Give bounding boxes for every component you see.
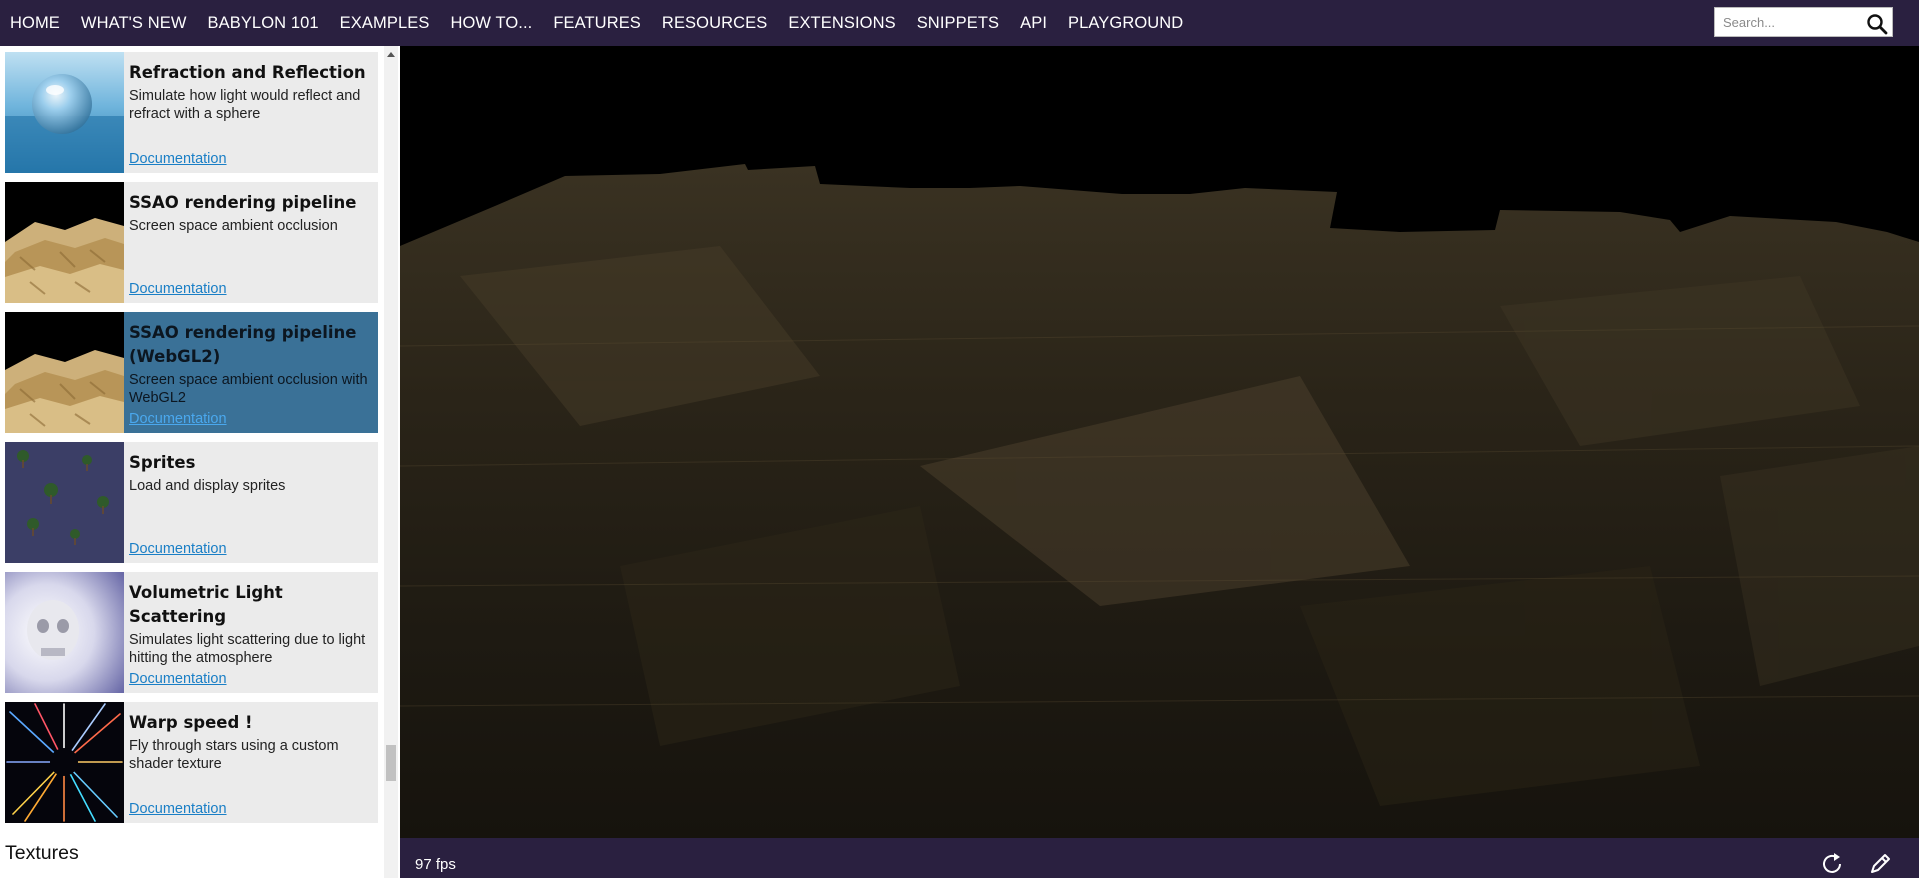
card-thumbnail-star-warp bbox=[5, 702, 124, 823]
sidebar-scrollbar[interactable] bbox=[384, 46, 398, 878]
nav-item-home[interactable]: HOME bbox=[10, 14, 60, 33]
search-icon[interactable] bbox=[1866, 13, 1888, 35]
nav-item-snippets[interactable]: SNIPPETS bbox=[917, 14, 999, 33]
example-card-ssao[interactable]: SSAO rendering pipeline Screen space amb… bbox=[5, 182, 378, 303]
search-box bbox=[1714, 7, 1893, 37]
nav-item-features[interactable]: FEATURES bbox=[553, 14, 641, 33]
example-card-list: Refraction and Reflection Simulate how l… bbox=[5, 52, 378, 832]
card-title: SSAO rendering pipeline bbox=[129, 193, 357, 212]
nav-item-resources[interactable]: RESOURCES bbox=[662, 14, 767, 33]
card-body: Refraction and Reflection Simulate how l… bbox=[124, 52, 378, 173]
example-card-sprites[interactable]: Sprites Load and display sprites Documen… bbox=[5, 442, 378, 563]
card-title: SSAO rendering pipeline (WebGL2) bbox=[129, 323, 357, 366]
card-title: Volumetric Light Scattering bbox=[129, 583, 283, 626]
example-card-warp-speed[interactable]: Warp speed ! Fly through stars using a c… bbox=[5, 702, 378, 823]
card-description: Simulate how light would reflect and ref… bbox=[129, 88, 361, 122]
fps-counter: 97 fps bbox=[415, 856, 456, 873]
nav-item-whats-new[interactable]: WHAT'S NEW bbox=[81, 14, 187, 33]
card-thumbnail-sand-blocks bbox=[5, 182, 124, 303]
card-title: Warp speed ! bbox=[129, 713, 253, 732]
card-body: Sprites Load and display sprites Documen… bbox=[124, 442, 378, 563]
top-navigation-bar: HOME WHAT'S NEW BABYLON 101 EXAMPLES HOW… bbox=[0, 0, 1919, 46]
card-thumbnail-glass-sphere bbox=[5, 52, 124, 173]
card-description: Fly through stars using a custom shader … bbox=[129, 738, 339, 772]
nav-item-api[interactable]: API bbox=[1020, 14, 1047, 33]
refresh-icon[interactable] bbox=[1818, 850, 1846, 878]
ssao-scene-render bbox=[400, 46, 1919, 838]
documentation-link[interactable]: Documentation bbox=[129, 541, 227, 557]
card-description: Load and display sprites bbox=[129, 478, 286, 494]
card-body: SSAO rendering pipeline Screen space amb… bbox=[124, 182, 378, 303]
card-title: Sprites bbox=[129, 453, 196, 472]
nav-item-examples[interactable]: EXAMPLES bbox=[340, 14, 430, 33]
card-description: Screen space ambient occlusion with WebG… bbox=[129, 372, 368, 406]
card-description: Simulates light scattering due to light … bbox=[129, 632, 366, 666]
scroll-up-arrow-icon[interactable] bbox=[387, 52, 395, 57]
examples-sidebar: Refraction and Reflection Simulate how l… bbox=[0, 46, 400, 878]
card-title: Refraction and Reflection bbox=[129, 63, 366, 82]
example-card-refraction[interactable]: Refraction and Reflection Simulate how l… bbox=[5, 52, 378, 173]
example-card-volumetric-light[interactable]: Volumetric Light Scattering Simulates li… bbox=[5, 572, 378, 693]
scrollbar-thumb[interactable] bbox=[386, 745, 396, 781]
nav-item-extensions[interactable]: EXTENSIONS bbox=[788, 14, 895, 33]
documentation-link[interactable]: Documentation bbox=[129, 281, 227, 297]
example-card-ssao-webgl2[interactable]: SSAO rendering pipeline (WebGL2) Screen … bbox=[5, 312, 378, 433]
nav-item-playground[interactable]: PLAYGROUND bbox=[1068, 14, 1183, 33]
card-description: Screen space ambient occlusion bbox=[129, 218, 338, 234]
card-body: SSAO rendering pipeline (WebGL2) Screen … bbox=[124, 312, 378, 433]
card-body: Volumetric Light Scattering Simulates li… bbox=[124, 572, 378, 693]
documentation-link[interactable]: Documentation bbox=[129, 801, 227, 817]
main-nav: HOME WHAT'S NEW BABYLON 101 EXAMPLES HOW… bbox=[0, 0, 1204, 46]
card-thumbnail-skull-light bbox=[5, 572, 124, 693]
card-body: Warp speed ! Fly through stars using a c… bbox=[124, 702, 378, 823]
documentation-link[interactable]: Documentation bbox=[129, 671, 227, 687]
nav-item-how-to[interactable]: HOW TO... bbox=[450, 14, 532, 33]
section-heading-textures: Textures bbox=[5, 842, 79, 864]
render-canvas[interactable] bbox=[400, 46, 1919, 838]
search-input[interactable] bbox=[1715, 9, 1855, 35]
card-thumbnail-sand-blocks bbox=[5, 312, 124, 433]
documentation-link[interactable]: Documentation bbox=[129, 411, 227, 427]
nav-item-babylon-101[interactable]: BABYLON 101 bbox=[208, 14, 319, 33]
documentation-link[interactable]: Documentation bbox=[129, 151, 227, 167]
edit-pencil-icon[interactable] bbox=[1866, 850, 1894, 878]
card-thumbnail-palm-trees bbox=[5, 442, 124, 563]
canvas-footer-bar: 97 fps bbox=[400, 838, 1919, 878]
